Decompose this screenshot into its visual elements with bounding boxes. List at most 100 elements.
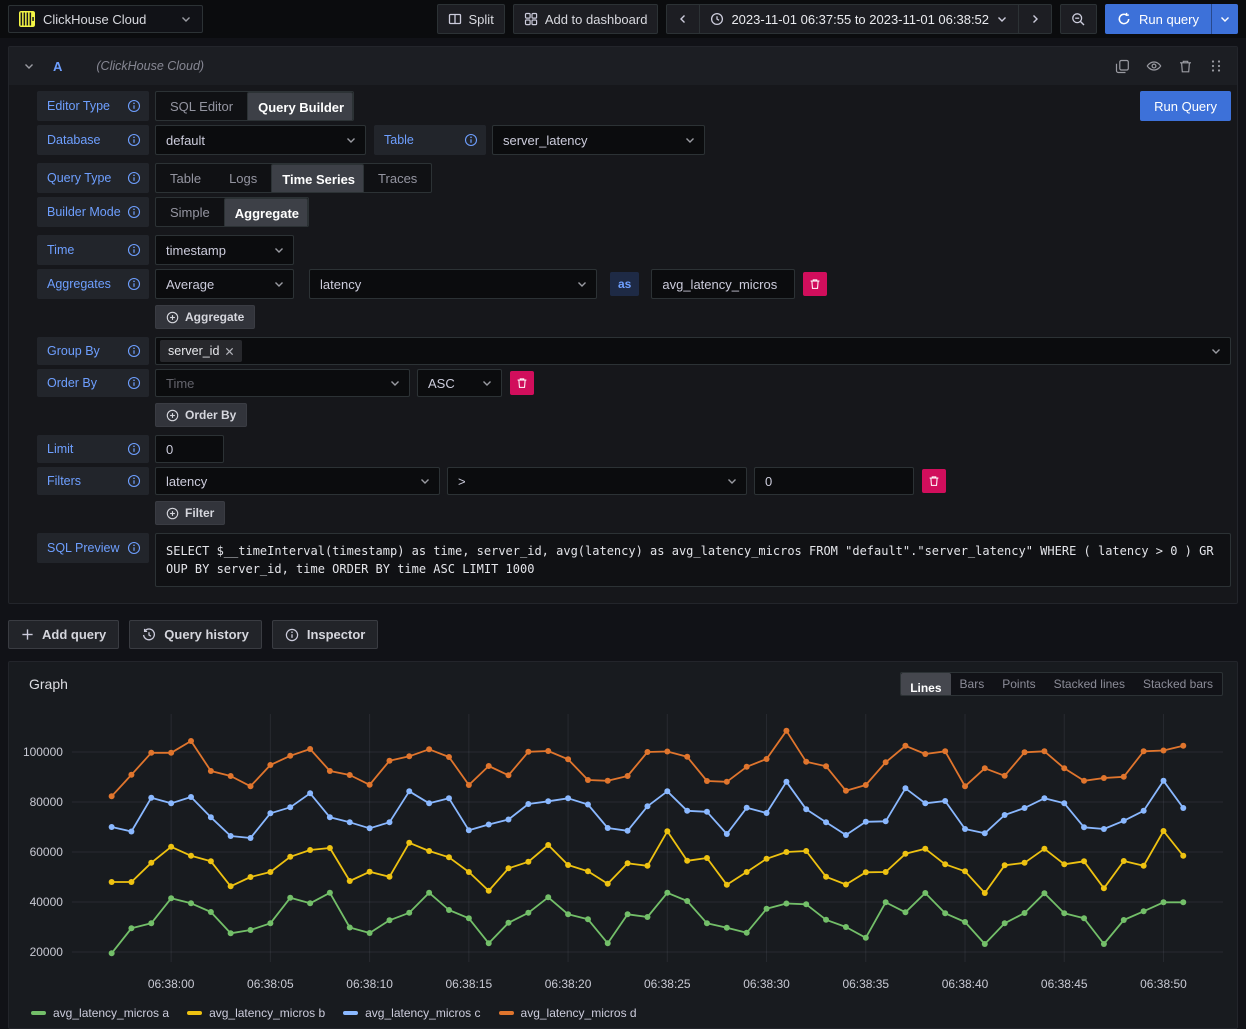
duplicate-query-icon[interactable] (1115, 59, 1130, 74)
data-point[interactable] (644, 749, 650, 755)
data-point[interactable] (109, 824, 115, 830)
data-point[interactable] (307, 900, 313, 906)
data-point[interactable] (188, 794, 194, 800)
data-point[interactable] (208, 909, 214, 915)
data-point[interactable] (942, 798, 948, 804)
time-range-picker[interactable]: 2023-11-01 06:37:55 to 2023-11-01 06:38:… (699, 4, 1019, 34)
filter-field-select[interactable]: latency (155, 467, 440, 495)
data-point[interactable] (228, 930, 234, 936)
data-point[interactable] (1180, 853, 1186, 859)
data-point[interactable] (466, 915, 472, 921)
data-point[interactable] (228, 883, 234, 889)
data-point[interactable] (1022, 805, 1028, 811)
mode-bars[interactable]: Bars (951, 673, 994, 695)
data-point[interactable] (386, 758, 392, 764)
data-point[interactable] (327, 814, 333, 820)
data-point[interactable] (585, 868, 591, 874)
data-point[interactable] (803, 901, 809, 907)
database-select[interactable]: default (155, 125, 366, 155)
data-point[interactable] (883, 899, 889, 905)
data-point[interactable] (1002, 920, 1008, 926)
data-point[interactable] (248, 783, 254, 789)
data-point[interactable] (148, 860, 154, 866)
data-point[interactable] (466, 827, 472, 833)
data-point[interactable] (664, 828, 670, 834)
data-point[interactable] (168, 800, 174, 806)
data-point[interactable] (208, 814, 214, 820)
data-point[interactable] (1061, 765, 1067, 771)
table-select[interactable]: server_latency (492, 125, 705, 155)
data-point[interactable] (545, 748, 551, 754)
data-point[interactable] (1061, 861, 1067, 867)
data-point[interactable] (962, 868, 968, 874)
data-point[interactable] (267, 810, 273, 816)
info-icon[interactable] (127, 541, 141, 555)
data-point[interactable] (565, 862, 571, 868)
data-point[interactable] (942, 748, 948, 754)
data-point[interactable] (843, 924, 849, 930)
data-point[interactable] (902, 909, 908, 915)
data-point[interactable] (208, 768, 214, 774)
data-point[interactable] (625, 828, 631, 834)
info-icon[interactable] (127, 171, 141, 185)
data-point[interactable] (228, 773, 234, 779)
data-point[interactable] (287, 854, 293, 860)
query-header[interactable]: A (ClickHouse Cloud) (9, 47, 1237, 85)
data-point[interactable] (922, 890, 928, 896)
delete-query-trash-icon[interactable] (1178, 59, 1193, 74)
data-point[interactable] (863, 819, 869, 825)
option-query-builder[interactable]: Query Builder (247, 92, 353, 121)
data-point[interactable] (128, 829, 134, 835)
data-point[interactable] (704, 809, 710, 815)
data-point[interactable] (347, 772, 353, 778)
data-point[interactable] (902, 851, 908, 857)
data-point[interactable] (704, 920, 710, 926)
inspector-button[interactable]: Inspector (272, 620, 379, 649)
data-point[interactable] (823, 917, 829, 923)
legend-item[interactable]: avg_latency_micros b (187, 1006, 325, 1020)
data-point[interactable] (783, 901, 789, 907)
data-point[interactable] (1180, 743, 1186, 749)
data-point[interactable] (764, 810, 770, 816)
data-point[interactable] (724, 831, 730, 837)
data-point[interactable] (486, 940, 492, 946)
info-icon[interactable] (127, 133, 141, 147)
data-point[interactable] (525, 801, 531, 807)
data-point[interactable] (744, 930, 750, 936)
data-point[interactable] (188, 900, 194, 906)
data-point[interactable] (347, 925, 353, 931)
data-point[interactable] (1101, 775, 1107, 781)
add-filter-button[interactable]: Filter (155, 501, 225, 525)
data-point[interactable] (446, 795, 452, 801)
data-point[interactable] (426, 848, 432, 854)
data-point[interactable] (625, 773, 631, 779)
data-point[interactable] (803, 759, 809, 765)
group-by-multiselect[interactable]: server_id (155, 337, 1231, 365)
limit-input[interactable] (155, 435, 224, 463)
data-point[interactable] (1022, 910, 1028, 916)
data-point[interactable] (1022, 749, 1028, 755)
data-point[interactable] (1002, 773, 1008, 779)
mode-lines[interactable]: Lines (901, 673, 950, 696)
data-point[interactable] (307, 847, 313, 853)
data-point[interactable] (1121, 818, 1127, 824)
data-point[interactable] (565, 795, 571, 801)
data-point[interactable] (109, 879, 115, 885)
data-point[interactable] (764, 756, 770, 762)
data-point[interactable] (446, 754, 452, 760)
data-point[interactable] (982, 941, 988, 947)
data-point[interactable] (248, 835, 254, 841)
data-point[interactable] (486, 888, 492, 894)
run-query-button[interactable]: Run query (1105, 4, 1211, 34)
option-table[interactable]: Table (156, 164, 215, 192)
data-point[interactable] (783, 728, 789, 734)
option-aggregate[interactable]: Aggregate (224, 198, 308, 227)
data-point[interactable] (823, 763, 829, 769)
data-point[interactable] (982, 765, 988, 771)
data-point[interactable] (1002, 812, 1008, 818)
data-point[interactable] (883, 818, 889, 824)
data-point[interactable] (327, 890, 333, 896)
data-point[interactable] (367, 825, 373, 831)
split-button[interactable]: Split (437, 4, 505, 34)
data-point[interactable] (505, 772, 511, 778)
